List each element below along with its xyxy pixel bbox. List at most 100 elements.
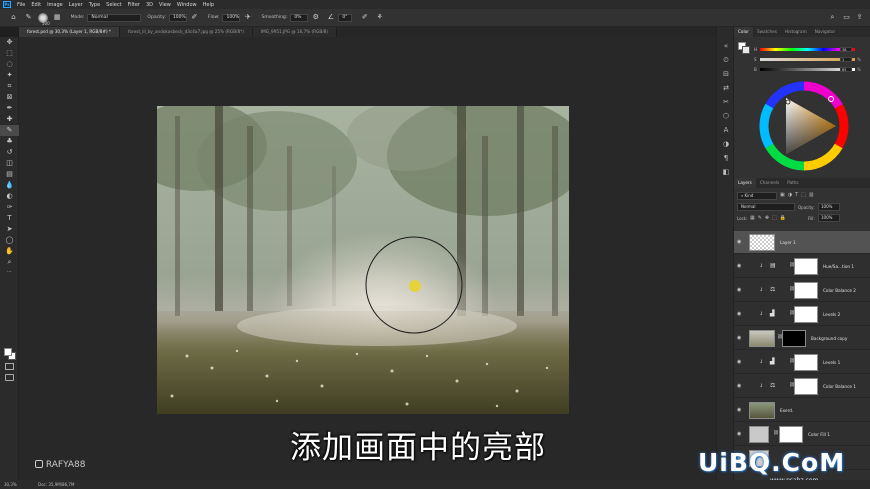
angle-input[interactable]: 0°: [338, 13, 353, 22]
menu-select[interactable]: Select: [106, 2, 121, 8]
eye-icon[interactable]: ◉: [737, 263, 741, 269]
screen-mode-icon[interactable]: [5, 374, 14, 381]
stamp-tool-icon[interactable]: ♣: [0, 136, 19, 147]
collapse-panels-icon[interactable]: «: [717, 39, 735, 53]
eye-icon[interactable]: ◉: [737, 359, 741, 365]
history-brush-tool-icon[interactable]: ↺: [0, 147, 19, 158]
layer-mask-thumbnail[interactable]: [794, 354, 818, 371]
healing-tool-icon[interactable]: ✚: [0, 114, 19, 125]
menu-window[interactable]: Window: [177, 2, 197, 8]
quick-mask-icon[interactable]: [5, 363, 14, 370]
eye-icon[interactable]: ◉: [737, 383, 741, 389]
menu-layer[interactable]: Layer: [69, 2, 83, 8]
photoshop-logo-icon[interactable]: Ps: [3, 1, 11, 8]
home-icon[interactable]: ⌂: [9, 13, 18, 22]
layer-row[interactable]: ◉ ↓ ▟ ⛓ Levels 1: [734, 351, 870, 374]
layer-mask-thumbnail[interactable]: [794, 378, 818, 395]
menu-3d[interactable]: 3D: [146, 2, 153, 8]
brush-settings-panel-icon[interactable]: ✂: [717, 95, 735, 109]
eye-icon[interactable]: ◉: [737, 311, 741, 317]
airbrush-icon[interactable]: ✈: [243, 13, 252, 22]
symmetry-icon[interactable]: ⚘: [375, 13, 384, 22]
s-input[interactable]: 1: [840, 57, 852, 62]
layer-mask-thumbnail[interactable]: [794, 306, 818, 323]
menu-file[interactable]: File: [17, 2, 25, 8]
h-input[interactable]: 38: [840, 47, 852, 52]
menu-help[interactable]: Help: [203, 2, 214, 8]
crop-tool-icon[interactable]: ⌗: [0, 81, 19, 92]
styles-icon[interactable]: ◑: [717, 137, 735, 151]
tab-swatches[interactable]: Swatches: [753, 27, 781, 37]
eye-icon[interactable]: ◉: [737, 287, 741, 293]
tab-color[interactable]: Color: [734, 27, 753, 37]
eye-icon[interactable]: ◉: [737, 431, 741, 437]
b-input[interactable]: 85: [840, 67, 852, 72]
menu-edit[interactable]: Edit: [31, 2, 41, 8]
eye-icon[interactable]: ◉: [737, 335, 741, 341]
opacity-input[interactable]: 100%: [168, 13, 187, 22]
brush-settings-icon[interactable]: ▦: [53, 13, 62, 22]
character-icon[interactable]: A: [717, 123, 735, 137]
tab-channels[interactable]: Channels: [756, 178, 783, 188]
layer-row[interactable]: ◉ Exerd.: [734, 399, 870, 422]
layer-mask-thumbnail[interactable]: [794, 258, 818, 275]
tab-navigator[interactable]: Navigator: [811, 27, 840, 37]
blend-mode-select[interactable]: Normal: [737, 203, 795, 211]
zoom-tool-icon[interactable]: ⌕: [0, 257, 19, 268]
share-icon[interactable]: ⇪: [855, 13, 864, 22]
move-tool-icon[interactable]: ✥: [0, 37, 19, 48]
tab-forest-jpg[interactable]: forest_lil_by_andokasbeck_d3c4a7.jpg @ 2…: [120, 27, 253, 37]
quick-select-tool-icon[interactable]: ✦: [0, 70, 19, 81]
blur-tool-icon[interactable]: 💧: [0, 180, 19, 191]
layer-mask-thumbnail[interactable]: [794, 282, 818, 299]
workspace-icon[interactable]: ▭: [842, 13, 851, 22]
brush-tool-icon[interactable]: ✎: [0, 125, 19, 136]
gradient-tool-icon[interactable]: ▤: [0, 169, 19, 180]
pressure-opacity-icon[interactable]: ✐: [190, 13, 199, 22]
pen-tool-icon[interactable]: ✑: [0, 202, 19, 213]
document-canvas[interactable]: [157, 106, 569, 414]
frame-tool-icon[interactable]: ⊠: [0, 92, 19, 103]
more-tools-icon[interactable]: ⋯: [0, 268, 19, 276]
color-bg-swatch[interactable]: [742, 46, 750, 54]
flow-input[interactable]: 100%: [222, 13, 241, 22]
adjustments-icon[interactable]: ⇄: [717, 81, 735, 95]
tab-img-9951[interactable]: IMG_9951.JPG @ 16,7% (RGB/8): [252, 27, 337, 37]
marquee-tool-icon[interactable]: ⬚: [0, 48, 19, 59]
lasso-tool-icon[interactable]: ◌: [0, 59, 19, 70]
path-select-tool-icon[interactable]: ➤: [0, 224, 19, 235]
layer-row[interactable]: ◉ ⛓ Color Fill 1: [734, 423, 870, 446]
menu-view[interactable]: View: [159, 2, 171, 8]
tab-histogram[interactable]: Histogram: [781, 27, 811, 37]
layer-row[interactable]: ◉ ↓ ▟ ⛓ Levels 2: [734, 303, 870, 326]
color-wheel[interactable]: [756, 78, 852, 174]
layer-row[interactable]: ◉ ⛓ Background copy: [734, 327, 870, 350]
layer-row[interactable]: ◉ ↓ ⚖ ⛓ Color Balance 1: [734, 375, 870, 398]
type-tool-icon[interactable]: T: [0, 213, 19, 224]
foreground-color-swatch[interactable]: [4, 348, 12, 356]
menu-filter[interactable]: Filter: [128, 2, 140, 8]
mode-select[interactable]: Normal: [87, 13, 142, 22]
eye-icon[interactable]: ◉: [737, 407, 741, 413]
layer-row[interactable]: ◉ ↓ ⚖ ⛓ Color Balance 2: [734, 279, 870, 302]
layer-mask-thumbnail[interactable]: [779, 426, 803, 443]
layer-filter-icons[interactable]: ▣◑T⬚▥: [780, 192, 817, 198]
history-icon[interactable]: ⏲: [717, 53, 735, 67]
smoothing-input[interactable]: 0%: [290, 13, 309, 22]
layer-row[interactable]: ◉ ↓ ▤ ⛓ Hue/Sa...tion 1: [734, 255, 870, 278]
pressure-size-icon[interactable]: ✐: [360, 13, 369, 22]
smoothing-gear-icon[interactable]: ⚙: [311, 13, 320, 22]
brush-tool-icon[interactable]: ✎: [24, 13, 33, 22]
eyedropper-tool-icon[interactable]: ✒: [0, 103, 19, 114]
layer-opacity-input[interactable]: 100%: [818, 203, 840, 211]
search-icon[interactable]: ⌕: [828, 13, 837, 22]
layer-comps-icon[interactable]: ◧: [717, 165, 735, 179]
tab-layers[interactable]: Layers: [734, 178, 756, 188]
paragraph-icon[interactable]: ¶: [717, 151, 735, 165]
zoom-level[interactable]: 30,3%: [4, 482, 17, 487]
eye-icon[interactable]: ◉: [737, 239, 741, 245]
dodge-tool-icon[interactable]: ◐: [0, 191, 19, 202]
kind-filter-select[interactable]: ⌕ Kind: [737, 192, 777, 200]
shape-tool-icon[interactable]: ◯: [0, 235, 19, 246]
layer-row[interactable]: ◉ Layer 1: [734, 231, 870, 254]
